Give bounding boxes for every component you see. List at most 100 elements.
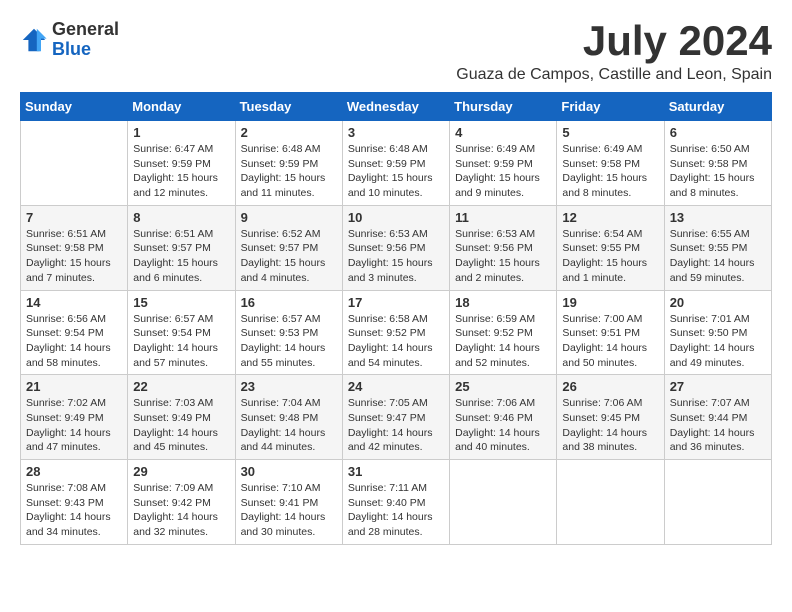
day-number: 12: [562, 210, 658, 225]
calendar-week-row: 1Sunrise: 6:47 AMSunset: 9:59 PMDaylight…: [21, 121, 772, 206]
day-number: 19: [562, 295, 658, 310]
day-info: Sunrise: 6:56 AMSunset: 9:54 PMDaylight:…: [26, 312, 122, 371]
calendar-cell: 28 Sunrise: 7:08 AMSunset: 9:43 PMDayligh…: [21, 460, 128, 545]
day-info: Sunrise: 6:55 AMSunset: 9:55 PMDaylight:…: [670, 227, 766, 286]
day-info: Sunrise: 7:01 AMSunset: 9:50 PMDaylight:…: [670, 312, 766, 371]
calendar-cell: 6 Sunrise: 6:50 AMSunset: 9:58 PMDaylight…: [664, 121, 771, 206]
day-info: Sunrise: 7:10 AMSunset: 9:41 PMDaylight:…: [241, 481, 337, 540]
logo-icon: [20, 26, 48, 54]
day-number: 7: [26, 210, 122, 225]
day-info: Sunrise: 6:51 AMSunset: 9:57 PMDaylight:…: [133, 227, 229, 286]
day-info: Sunrise: 7:11 AMSunset: 9:40 PMDaylight:…: [348, 481, 444, 540]
calendar-cell: [557, 460, 664, 545]
day-info: Sunrise: 6:47 AMSunset: 9:59 PMDaylight:…: [133, 142, 229, 201]
calendar-body: 1Sunrise: 6:47 AMSunset: 9:59 PMDaylight…: [21, 121, 772, 545]
calendar-week-row: 28 Sunrise: 7:08 AMSunset: 9:43 PMDayligh…: [21, 460, 772, 545]
calendar-cell: 23Sunrise: 7:04 AMSunset: 9:48 PMDayligh…: [235, 375, 342, 460]
day-info: Sunrise: 7:07 AMSunset: 9:44 PMDaylight:…: [670, 396, 766, 455]
logo: General Blue: [20, 20, 119, 60]
calendar-cell: 9 Sunrise: 6:52 AMSunset: 9:57 PMDaylight…: [235, 205, 342, 290]
day-number: 22: [133, 379, 229, 394]
day-info: Sunrise: 6:52 AMSunset: 9:57 PMDaylight:…: [241, 227, 337, 286]
calendar-cell: 17Sunrise: 6:58 AMSunset: 9:52 PMDayligh…: [342, 290, 449, 375]
day-info: Sunrise: 7:02 AMSunset: 9:49 PMDaylight:…: [26, 396, 122, 455]
header-row: SundayMondayTuesdayWednesdayThursdayFrid…: [21, 93, 772, 121]
calendar-header: SundayMondayTuesdayWednesdayThursdayFrid…: [21, 93, 772, 121]
calendar-cell: 16 Sunrise: 6:57 AMSunset: 9:53 PMDayligh…: [235, 290, 342, 375]
calendar-cell: 4Sunrise: 6:49 AMSunset: 9:59 PMDaylight…: [450, 121, 557, 206]
calendar-cell: [21, 121, 128, 206]
day-number: 6: [670, 125, 766, 140]
day-number: 31: [348, 464, 444, 479]
calendar-cell: 13 Sunrise: 6:55 AMSunset: 9:55 PMDayligh…: [664, 205, 771, 290]
day-number: 11: [455, 210, 551, 225]
header-cell-saturday: Saturday: [664, 93, 771, 121]
day-number: 27: [670, 379, 766, 394]
calendar-cell: 21 Sunrise: 7:02 AMSunset: 9:49 PMDayligh…: [21, 375, 128, 460]
calendar-cell: 14 Sunrise: 6:56 AMSunset: 9:54 PMDayligh…: [21, 290, 128, 375]
day-number: 3: [348, 125, 444, 140]
day-number: 2: [241, 125, 337, 140]
title-section: July 2024 Guaza de Campos, Castille and …: [456, 20, 772, 84]
calendar-cell: 20 Sunrise: 7:01 AMSunset: 9:50 PMDayligh…: [664, 290, 771, 375]
day-info: Sunrise: 7:06 AMSunset: 9:45 PMDaylight:…: [562, 396, 658, 455]
day-number: 5: [562, 125, 658, 140]
calendar-week-row: 14 Sunrise: 6:56 AMSunset: 9:54 PMDayligh…: [21, 290, 772, 375]
calendar-cell: 30Sunrise: 7:10 AMSunset: 9:41 PMDayligh…: [235, 460, 342, 545]
calendar-cell: 19Sunrise: 7:00 AMSunset: 9:51 PMDayligh…: [557, 290, 664, 375]
day-number: 16: [241, 295, 337, 310]
month-year-title: July 2024: [456, 20, 772, 62]
day-info: Sunrise: 6:48 AMSunset: 9:59 PMDaylight:…: [348, 142, 444, 201]
calendar-cell: 29 Sunrise: 7:09 AMSunset: 9:42 PMDayligh…: [128, 460, 235, 545]
day-info: Sunrise: 6:53 AMSunset: 9:56 PMDaylight:…: [348, 227, 444, 286]
header-cell-sunday: Sunday: [21, 93, 128, 121]
day-info: Sunrise: 6:53 AMSunset: 9:56 PMDaylight:…: [455, 227, 551, 286]
calendar-cell: 1Sunrise: 6:47 AMSunset: 9:59 PMDaylight…: [128, 121, 235, 206]
day-number: 13: [670, 210, 766, 225]
day-info: Sunrise: 6:57 AMSunset: 9:53 PMDaylight:…: [241, 312, 337, 371]
day-number: 25: [455, 379, 551, 394]
day-number: 10: [348, 210, 444, 225]
calendar-cell: 31 Sunrise: 7:11 AMSunset: 9:40 PMDayligh…: [342, 460, 449, 545]
day-number: 28: [26, 464, 122, 479]
day-info: Sunrise: 6:57 AMSunset: 9:54 PMDaylight:…: [133, 312, 229, 371]
day-number: 21: [26, 379, 122, 394]
calendar-cell: [664, 460, 771, 545]
calendar-cell: 27 Sunrise: 7:07 AMSunset: 9:44 PMDayligh…: [664, 375, 771, 460]
location-subtitle: Guaza de Campos, Castille and Leon, Spai…: [456, 66, 772, 84]
day-info: Sunrise: 6:49 AMSunset: 9:59 PMDaylight:…: [455, 142, 551, 201]
day-info: Sunrise: 6:48 AMSunset: 9:59 PMDaylight:…: [241, 142, 337, 201]
logo-blue-text: Blue: [52, 40, 119, 60]
day-number: 23: [241, 379, 337, 394]
day-number: 24: [348, 379, 444, 394]
day-info: Sunrise: 7:09 AMSunset: 9:42 PMDaylight:…: [133, 481, 229, 540]
day-info: Sunrise: 7:08 AMSunset: 9:43 PMDaylight:…: [26, 481, 122, 540]
day-number: 9: [241, 210, 337, 225]
day-number: 14: [26, 295, 122, 310]
logo-general-text: General: [52, 20, 119, 40]
day-info: Sunrise: 7:05 AMSunset: 9:47 PMDaylight:…: [348, 396, 444, 455]
calendar-cell: 25Sunrise: 7:06 AMSunset: 9:46 PMDayligh…: [450, 375, 557, 460]
calendar-cell: [450, 460, 557, 545]
header-cell-thursday: Thursday: [450, 93, 557, 121]
day-number: 20: [670, 295, 766, 310]
calendar-cell: 11 Sunrise: 6:53 AMSunset: 9:56 PMDayligh…: [450, 205, 557, 290]
calendar-cell: 3 Sunrise: 6:48 AMSunset: 9:59 PMDaylight…: [342, 121, 449, 206]
calendar-cell: 8Sunrise: 6:51 AMSunset: 9:57 PMDaylight…: [128, 205, 235, 290]
calendar-cell: 7 Sunrise: 6:51 AMSunset: 9:58 PMDaylight…: [21, 205, 128, 290]
calendar-cell: 2 Sunrise: 6:48 AMSunset: 9:59 PMDaylight…: [235, 121, 342, 206]
page-header: General Blue July 2024 Guaza de Campos, …: [20, 20, 772, 84]
day-info: Sunrise: 7:03 AMSunset: 9:49 PMDaylight:…: [133, 396, 229, 455]
header-cell-tuesday: Tuesday: [235, 93, 342, 121]
calendar-cell: 10 Sunrise: 6:53 AMSunset: 9:56 PMDayligh…: [342, 205, 449, 290]
calendar-cell: 12 Sunrise: 6:54 AMSunset: 9:55 PMDayligh…: [557, 205, 664, 290]
day-number: 29: [133, 464, 229, 479]
day-info: Sunrise: 6:50 AMSunset: 9:58 PMDaylight:…: [670, 142, 766, 201]
calendar-cell: 26Sunrise: 7:06 AMSunset: 9:45 PMDayligh…: [557, 375, 664, 460]
day-info: Sunrise: 6:51 AMSunset: 9:58 PMDaylight:…: [26, 227, 122, 286]
calendar-cell: 15Sunrise: 6:57 AMSunset: 9:54 PMDayligh…: [128, 290, 235, 375]
day-info: Sunrise: 6:49 AMSunset: 9:58 PMDaylight:…: [562, 142, 658, 201]
calendar-table: SundayMondayTuesdayWednesdayThursdayFrid…: [20, 92, 772, 545]
day-info: Sunrise: 6:54 AMSunset: 9:55 PMDaylight:…: [562, 227, 658, 286]
header-cell-friday: Friday: [557, 93, 664, 121]
